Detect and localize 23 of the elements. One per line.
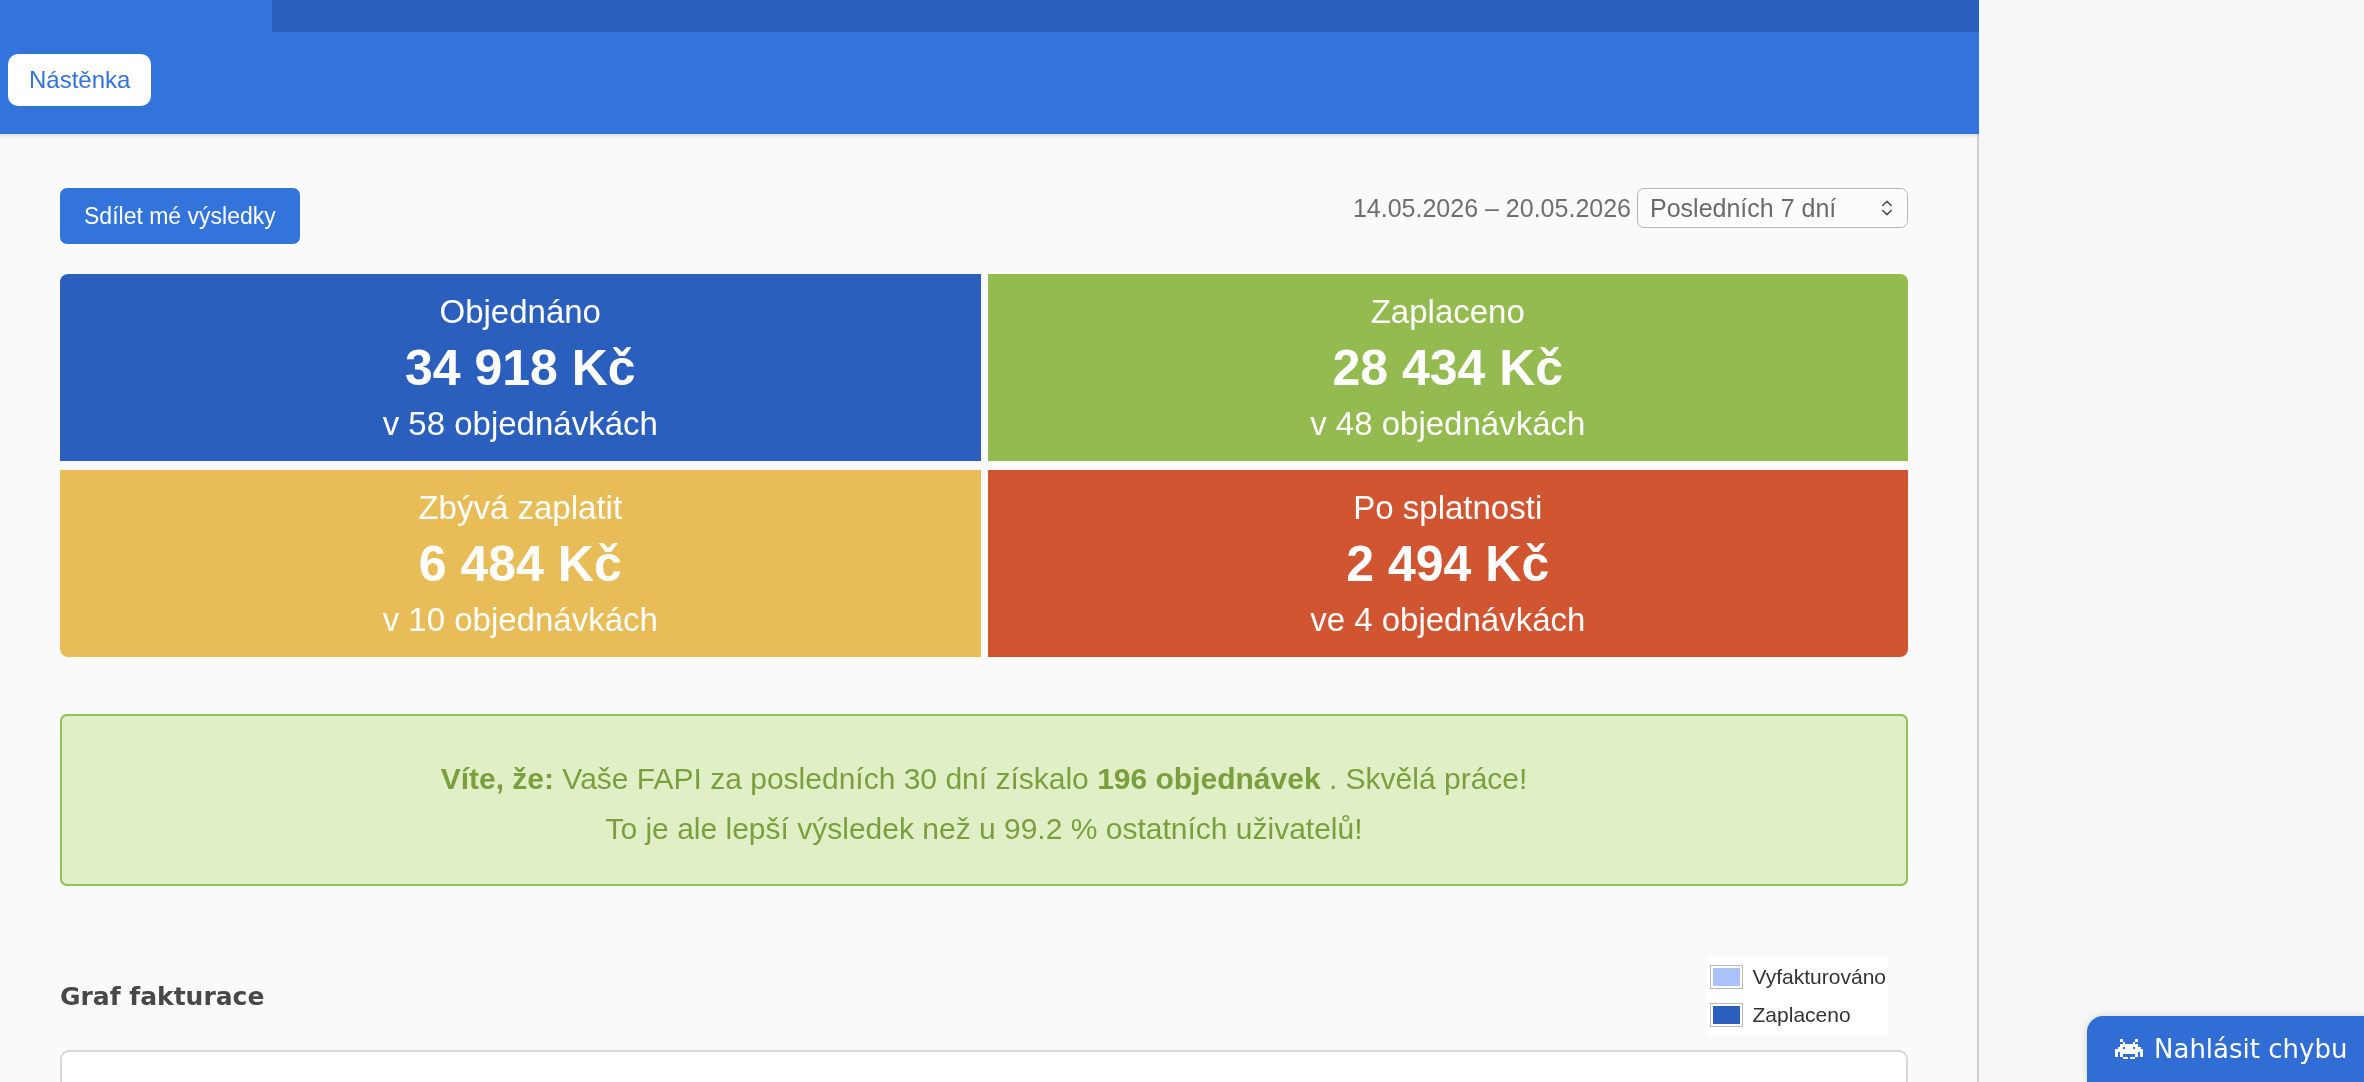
card-detail: v 58 objednávkách bbox=[382, 403, 658, 444]
legend-label: Vyfakturováno bbox=[1752, 965, 1886, 989]
info-text: To je ale lepší výsledek než u 99.2 % ostatních uživatelů! bbox=[604, 811, 1364, 847]
card-detail: v 48 objednávkách bbox=[1310, 403, 1586, 444]
card-detail: v 10 objednávkách bbox=[382, 599, 658, 640]
card-title: Zaplaceno bbox=[1370, 291, 1525, 332]
card-detail: ve 4 objednávkách bbox=[1310, 599, 1586, 640]
card-amount: 34 918 Kč bbox=[404, 338, 636, 398]
card-amount: 2 494 Kč bbox=[1346, 534, 1550, 594]
date-range: 14.05.2026 – 20.05.2026 bbox=[1352, 193, 1631, 223]
info-text: Víte, že: Vaše FAPI za posledních 30 dní získalo 196 objednávek . Skvělá práce! bbox=[439, 761, 1529, 797]
pixel-alien-icon bbox=[2115, 1039, 2143, 1059]
report-bug-button[interactable]: Nahlásit chybu bbox=[2087, 1016, 2364, 1082]
share-button[interactable]: Sdílet mé výsledky bbox=[60, 188, 300, 244]
dashboard-tab[interactable]: Nástěnka bbox=[8, 54, 152, 106]
period-select[interactable]: Posledních 7 dní bbox=[1637, 188, 1908, 228]
card-title: Objednáno bbox=[439, 291, 601, 332]
card-amount: 6 484 Kč bbox=[418, 534, 622, 594]
card-title: Zbývá zaplatit bbox=[418, 487, 623, 528]
legend-label: Zaplaceno bbox=[1752, 1003, 1851, 1027]
card-title: Po splatnosti bbox=[1353, 487, 1543, 528]
chart-title: Graf fakturace bbox=[60, 981, 265, 1011]
card-amount: 28 434 Kč bbox=[1332, 338, 1564, 398]
